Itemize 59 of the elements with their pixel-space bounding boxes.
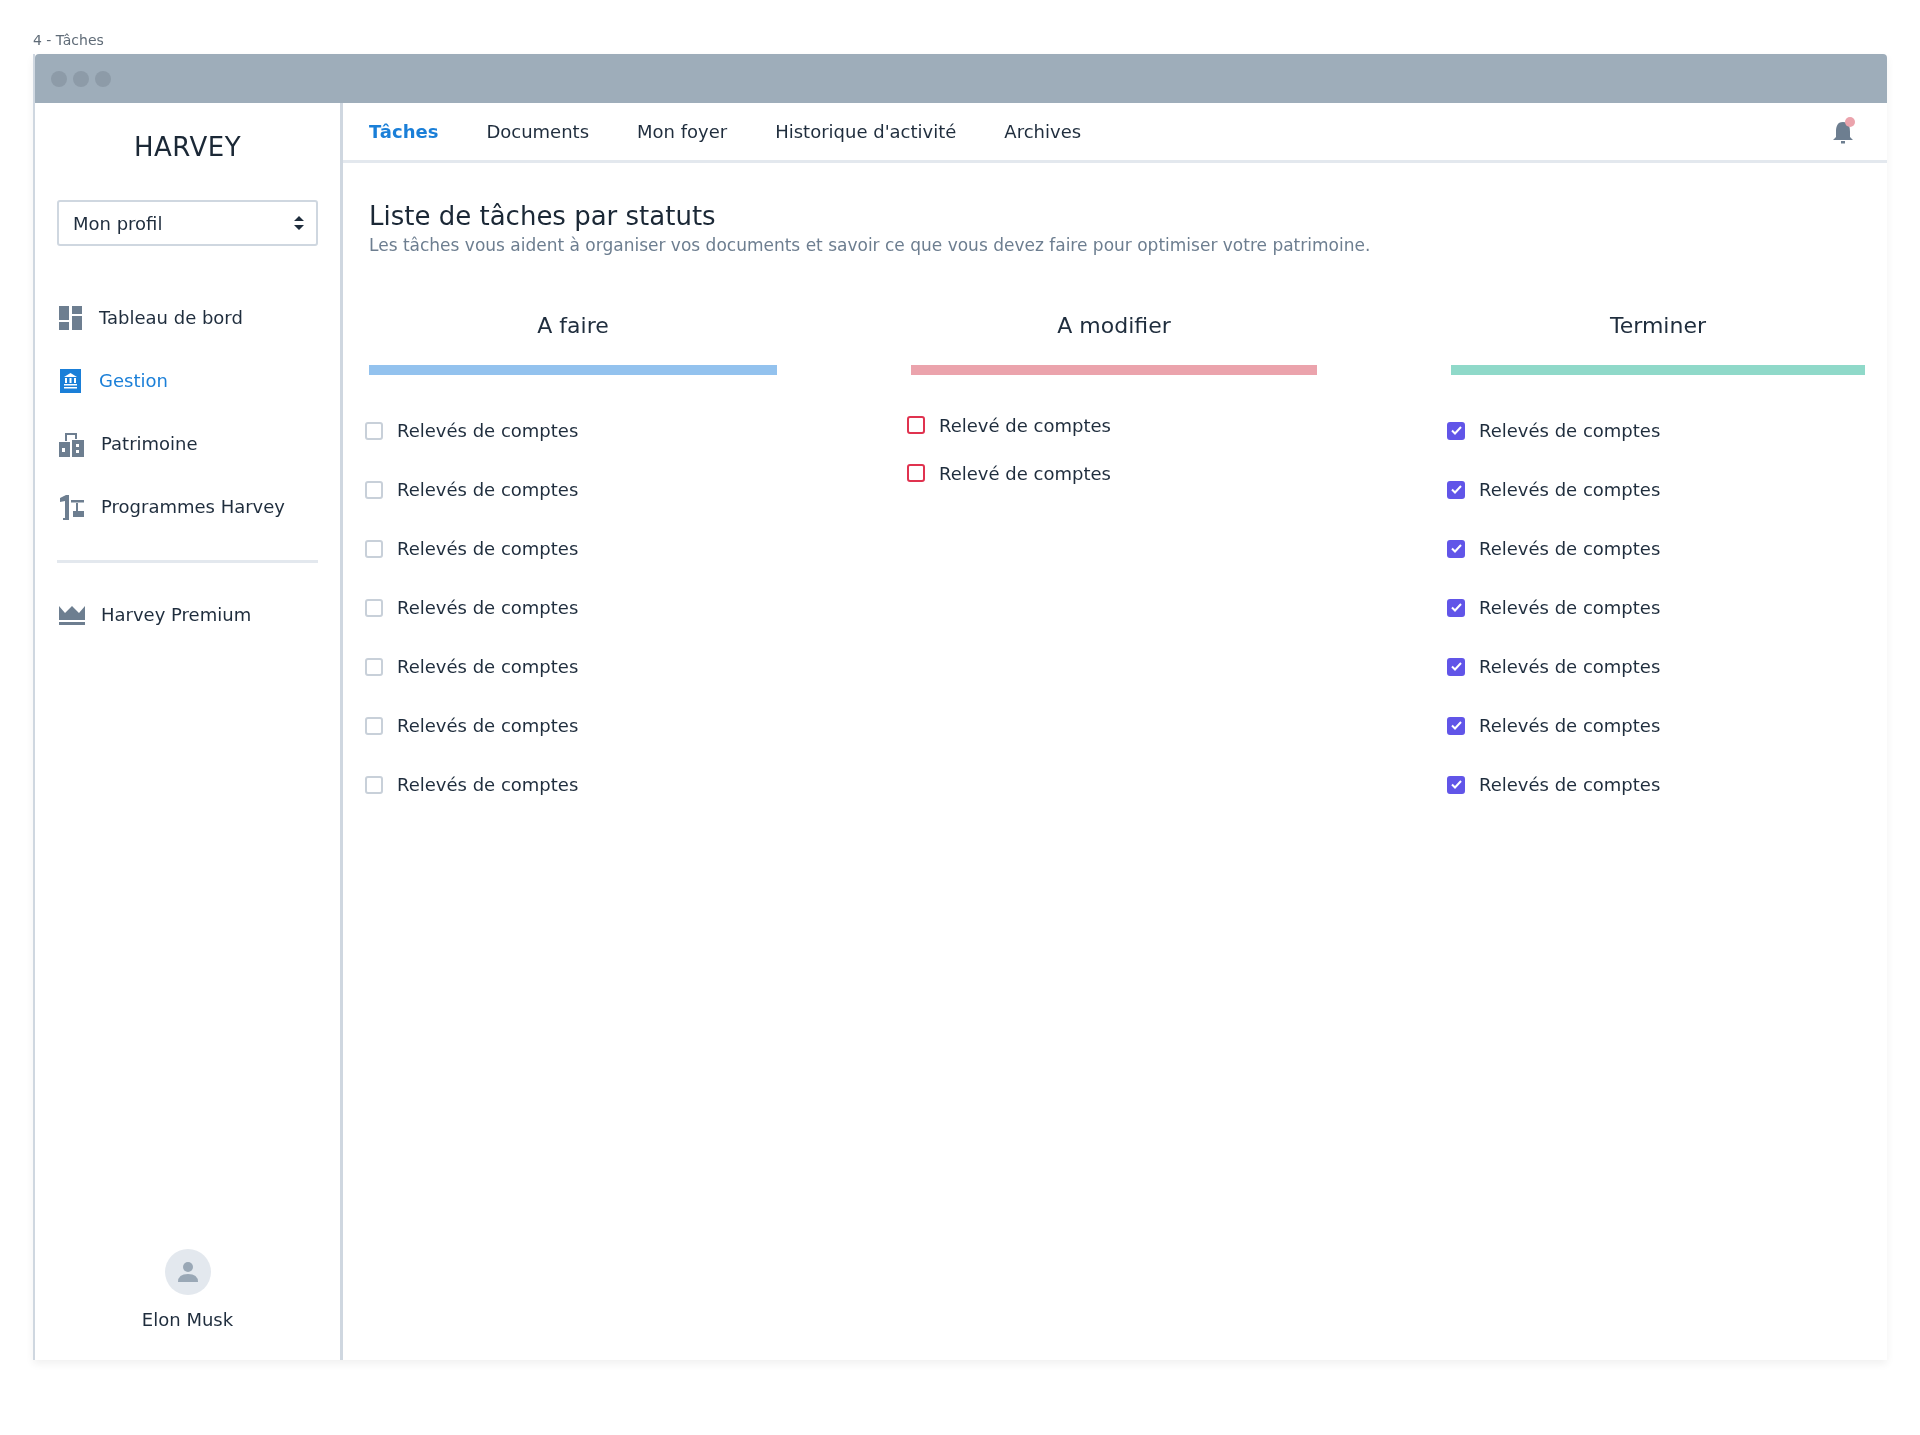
page-heading: Liste de tâches par statuts	[369, 201, 717, 231]
checkbox[interactable]	[1447, 775, 1465, 794]
podium-icon	[59, 493, 85, 520]
checkbox[interactable]	[1447, 421, 1465, 440]
sidebar-item[interactable]: Harvey Premium	[57, 583, 318, 646]
checkbox[interactable]	[1447, 657, 1465, 676]
check-icon	[1450, 426, 1462, 435]
task-label: Relevés de comptes	[397, 479, 579, 500]
dashboard-icon	[59, 305, 83, 330]
crown-icon	[59, 603, 85, 626]
check-icon	[1450, 603, 1462, 612]
column-title: Terminer	[1609, 313, 1707, 340]
checkbox[interactable]	[1447, 539, 1465, 558]
checkbox[interactable]	[1447, 480, 1465, 499]
task-label: Relevés de comptes	[1479, 538, 1661, 559]
checkbox[interactable]	[1447, 716, 1465, 735]
sidebar-item[interactable]: Patrimoine	[57, 412, 318, 475]
checkbox[interactable]	[907, 416, 925, 434]
tab[interactable]: Mon foyer	[637, 121, 728, 142]
tab[interactable]: Archives	[1004, 121, 1082, 142]
task-label: Relevé de comptes	[939, 462, 1111, 484]
tab[interactable]: Documents	[486, 121, 590, 142]
task-label: Relevés de comptes	[1479, 597, 1661, 618]
check-icon	[1450, 662, 1462, 671]
check-icon	[1450, 721, 1462, 730]
page-description: Les tâches vous aident à organiser vos documents et savoir ce que vous devez faire pour optimiser votre patrimoine.	[369, 235, 1372, 255]
sidebar-item[interactable]: Tableau de bord	[57, 286, 318, 349]
brand-name: HARVEY	[132, 132, 243, 162]
checkbox[interactable]	[907, 464, 925, 482]
bank-document-icon	[59, 368, 83, 393]
task-label: Relevés de comptes	[1479, 420, 1661, 441]
user-name: Elon Musk	[141, 1309, 234, 1330]
profile-select[interactable]: Mon profil	[57, 200, 318, 246]
task-label: Relevés de comptes	[1479, 656, 1661, 677]
task-label: Relevé de comptes	[939, 414, 1111, 436]
check-icon	[1450, 780, 1462, 789]
task-label: Relevés de comptes	[397, 656, 579, 677]
task-label: Relevés de comptes	[397, 538, 579, 559]
column-title: A modifier	[1056, 313, 1172, 340]
task-label: Relevés de comptes	[1479, 715, 1661, 736]
buildings-icon	[59, 430, 85, 457]
sidebar-item[interactable]: Gestion	[57, 349, 318, 412]
checkbox[interactable]	[1447, 598, 1465, 617]
tab[interactable]: Historique d'activité	[775, 121, 957, 142]
task-label: Relevés de comptes	[397, 774, 579, 795]
sidebar-item[interactable]: Programmes Harvey	[57, 475, 318, 538]
task-label: Relevés de comptes	[1479, 774, 1661, 795]
check-icon	[1450, 544, 1462, 553]
task-label: Relevés de comptes	[397, 597, 579, 618]
column-title: A faire	[536, 313, 610, 340]
task-label: Relevés de comptes	[397, 715, 579, 736]
task-label: Relevés de comptes	[1479, 479, 1661, 500]
tab[interactable]: Tâches	[369, 121, 439, 142]
check-icon	[1450, 485, 1462, 494]
avatar[interactable]	[164, 1249, 211, 1295]
task-label: Relevés de comptes	[397, 420, 579, 441]
user-silhouette-icon	[176, 1261, 199, 1283]
page-caption: 4 - Tâches	[33, 32, 105, 50]
sort-caret-icon	[294, 216, 304, 230]
